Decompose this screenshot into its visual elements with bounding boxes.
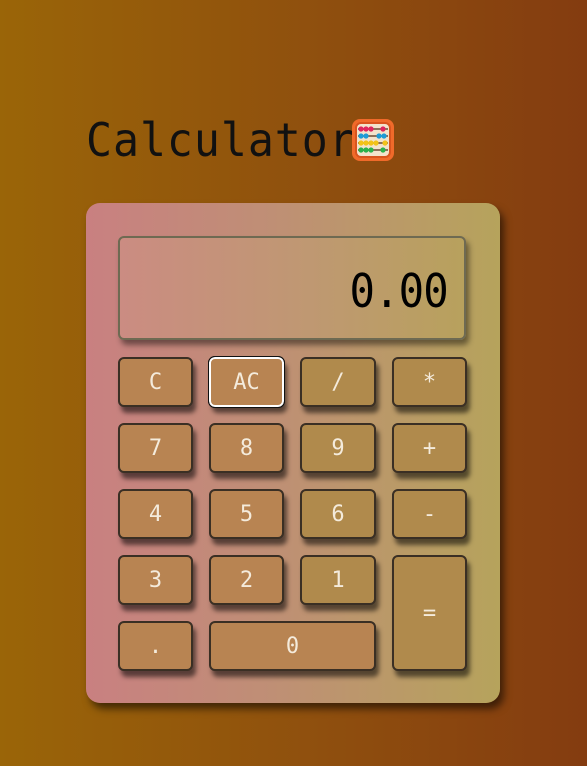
display-value: 0.00 <box>349 264 449 318</box>
divide-button[interactable]: / <box>300 357 376 407</box>
six-button[interactable]: 6 <box>300 489 376 539</box>
seven-button[interactable]: 7 <box>118 423 193 473</box>
abacus-icon <box>352 119 394 161</box>
four-button[interactable]: 4 <box>118 489 193 539</box>
equals-button[interactable]: = <box>392 555 467 671</box>
two-button[interactable]: 2 <box>209 555 284 605</box>
minus-button[interactable]: - <box>392 489 467 539</box>
five-button[interactable]: 5 <box>209 489 284 539</box>
all-clear-button[interactable]: AC <box>208 356 285 408</box>
plus-button[interactable]: + <box>392 423 467 473</box>
page-title: Calculator <box>86 113 356 167</box>
multiply-button[interactable]: * <box>392 357 467 407</box>
display-screen: 0.00 <box>118 236 466 340</box>
decimal-button[interactable]: . <box>118 621 193 671</box>
title-row: Calculator <box>86 112 373 168</box>
three-button[interactable]: 3 <box>118 555 193 605</box>
nine-button[interactable]: 9 <box>300 423 376 473</box>
calculator-body: 0.00 C AC / * 7 8 9 + 4 5 6 - 3 2 1 = . … <box>86 203 500 703</box>
zero-button[interactable]: 0 <box>209 621 376 671</box>
eight-button[interactable]: 8 <box>209 423 284 473</box>
clear-button[interactable]: C <box>118 357 193 407</box>
one-button[interactable]: 1 <box>300 555 376 605</box>
